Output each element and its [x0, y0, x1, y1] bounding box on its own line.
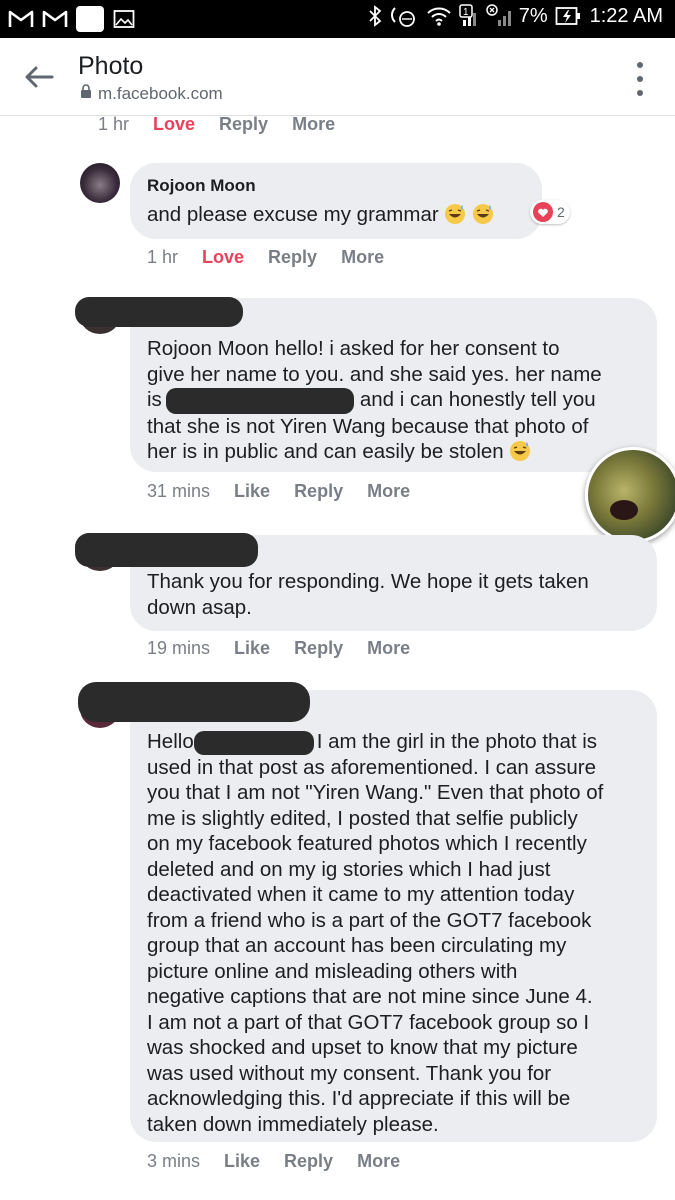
comment-text-line: Rojoon Moon hello! i asked for her conse… — [147, 337, 560, 360]
comment-text-line: picture online and misleading others wit… — [147, 959, 518, 983]
status-right-icons: 1 7% 1:22 AM — [368, 4, 663, 28]
avatar[interactable] — [80, 163, 120, 203]
comment-bubble: Rojoon Moon and please excuse my grammar — [130, 163, 542, 239]
comment-text-fragment: I am the girl in the photo that is — [316, 730, 598, 753]
comment-text-line: deleted and on my ig stories which I had… — [147, 857, 551, 881]
chat-head-avatar[interactable] — [585, 447, 675, 543]
url-text: m.facebook.com — [98, 84, 223, 103]
comment-text: Thank you for responding. We hope it get… — [147, 569, 589, 620]
more-button[interactable]: More — [292, 114, 335, 135]
comment-text-line: give her name to you. and she said yes. … — [147, 362, 602, 386]
comment-text-fragment: Hello — [147, 730, 194, 753]
comment-text-line: deactivated when it came to my attention… — [147, 883, 575, 907]
comment-bubble: Hello I am the girl in the photo that is … — [130, 690, 657, 1142]
browser-header: Photo m.facebook.com — [0, 38, 675, 116]
more-button[interactable]: More — [367, 481, 410, 502]
comment-text-line: taken down immediately please. — [147, 1112, 439, 1136]
notification-square-icon — [76, 6, 104, 32]
alarm-wifi-calling-icon — [389, 4, 419, 28]
grinning-sweat-emoji-icon — [510, 441, 531, 462]
url-display: m.facebook.com — [80, 84, 223, 104]
redacted-name — [193, 730, 314, 755]
chat-head-mouth — [610, 500, 638, 520]
comment-text-line: her is in public and can easily be stole… — [147, 439, 602, 465]
love-button[interactable]: Love — [202, 247, 244, 268]
comment-text-fragment: and i can honestly tell you — [359, 388, 596, 411]
comment-time: 1 hr — [98, 114, 130, 134]
comment-actions: 1 hr Love Reply More — [147, 247, 384, 268]
wifi-icon — [426, 5, 452, 27]
signal-icon — [485, 4, 512, 28]
comment-text-line: you that I am not "Yiren Wang." Even tha… — [147, 781, 604, 805]
reply-button[interactable]: Reply — [219, 114, 268, 135]
love-reaction-icon — [533, 202, 553, 222]
comment-time: 31 mins — [147, 481, 211, 501]
more-button[interactable]: More — [357, 1151, 400, 1172]
redacted-author — [75, 297, 243, 327]
like-button[interactable]: Like — [234, 638, 270, 659]
comment-text-line: down asap. — [147, 595, 252, 619]
more-button[interactable]: More — [367, 638, 410, 659]
more-options-icon[interactable] — [635, 62, 645, 96]
gmail-icon — [8, 8, 34, 30]
battery-percent: 7% — [518, 4, 548, 27]
comment-text-line: was used without my consent. Thank you f… — [147, 1061, 552, 1085]
image-icon — [112, 8, 136, 30]
battery-charging-icon — [555, 5, 581, 27]
comment-text-line: was shocked and upset to know that my pi… — [147, 1036, 578, 1060]
reply-button[interactable]: Reply — [294, 638, 343, 659]
status-bar: 1 7% 1:22 AM — [0, 0, 675, 38]
grinning-sweat-emoji-icon — [445, 204, 466, 224]
page-title: Photo — [78, 52, 144, 80]
reply-button[interactable]: Reply — [284, 1151, 333, 1172]
love-button[interactable]: Love — [153, 114, 195, 135]
comment-actions: 19 mins Like Reply More — [147, 638, 410, 659]
reaction-badge[interactable]: 2 — [530, 200, 570, 224]
comment-text-line: on my facebook featured photos which I r… — [147, 832, 587, 856]
comment-text-line: group that an account has been circulati… — [147, 934, 567, 958]
comment-text-line: me is slightly edited, I posted that sel… — [147, 806, 578, 830]
comment-text-line: used in that post as aforementioned. I c… — [147, 755, 596, 779]
comment-text-fragment: her is in public and can easily be stole… — [147, 440, 504, 464]
clock: 1:22 AM — [589, 4, 663, 27]
comment-text-line: acknowledging this. I'd appreciate if th… — [147, 1087, 571, 1111]
comment-text-line: from a friend who is a part of the GOT7 … — [147, 908, 592, 932]
comment-text-fragment: is — [147, 388, 162, 411]
comment-text-line: and please excuse my grammar — [147, 203, 439, 226]
comment-text: and please excuse my grammar — [147, 202, 494, 228]
comment-text: Rojoon Moon hello! i asked for her conse… — [147, 336, 602, 465]
comment-actions: 31 mins Like Reply More — [147, 481, 410, 502]
comment-text-line: Thank you for responding. We hope it get… — [147, 570, 589, 593]
comment-actions: 3 mins Like Reply More — [147, 1151, 400, 1172]
reply-button[interactable]: Reply — [294, 481, 343, 502]
comment-text-line: I am not a part of that GOT7 facebook gr… — [147, 1010, 590, 1034]
svg-text:1: 1 — [463, 7, 469, 18]
comment-time: 19 mins — [147, 638, 211, 658]
comment-text-line: that she is not Yiren Wang because that … — [147, 414, 589, 438]
back-arrow-icon[interactable] — [22, 62, 56, 92]
comment-text-line: negative captions that are not mine sinc… — [147, 985, 593, 1009]
comment-text-line: is and i can honestly tell you — [147, 387, 602, 414]
comment-text-line: Hello I am the girl in the photo that is — [147, 729, 603, 755]
lock-icon — [80, 84, 92, 104]
comment-text: Hello I am the girl in the photo that is … — [147, 729, 603, 1137]
redacted-author — [78, 682, 310, 722]
comment-time: 3 mins — [147, 1151, 201, 1171]
reaction-count: 2 — [557, 204, 565, 220]
status-left-icons — [8, 6, 136, 32]
grinning-sweat-emoji-icon — [473, 204, 494, 224]
comment-actions: 1 hr Love Reply More — [98, 114, 335, 135]
gmail-icon — [42, 8, 68, 30]
comment-author[interactable]: Rojoon Moon — [147, 176, 256, 196]
redacted-name — [165, 387, 354, 414]
like-button[interactable]: Like — [224, 1151, 260, 1172]
like-button[interactable]: Like — [234, 481, 270, 502]
comment-time: 1 hr — [147, 247, 179, 267]
reply-button[interactable]: Reply — [268, 247, 317, 268]
more-button[interactable]: More — [341, 247, 384, 268]
sim-1-icon: 1 — [458, 4, 479, 28]
redacted-author — [75, 533, 258, 567]
bluetooth-icon — [368, 5, 382, 27]
